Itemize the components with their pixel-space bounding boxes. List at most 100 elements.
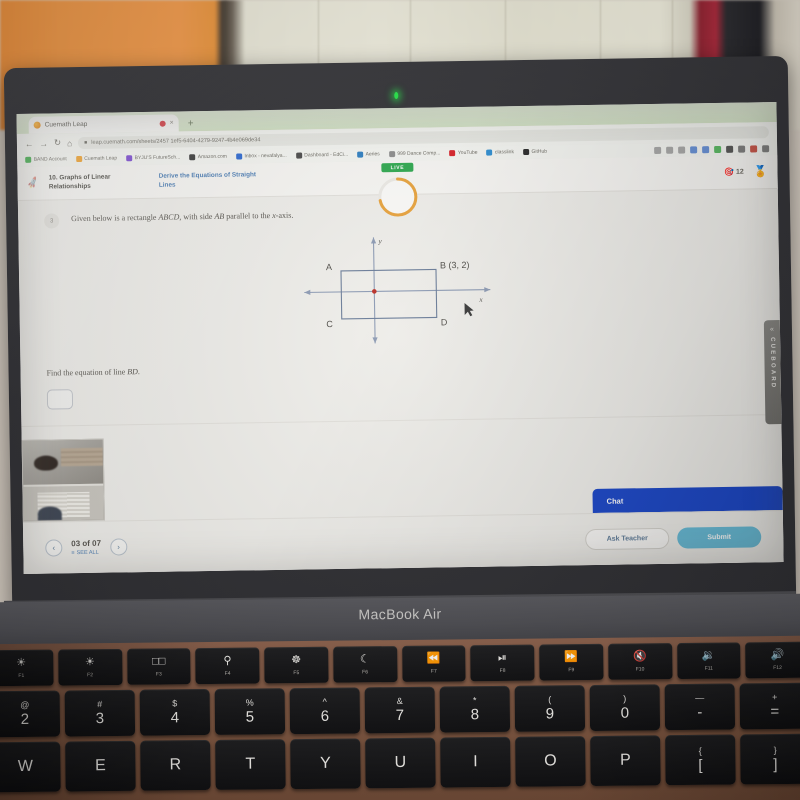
key-w[interactable]: W xyxy=(0,741,61,793)
bookmark-label: YouTube xyxy=(457,149,478,157)
ask-teacher-button[interactable]: Ask Teacher xyxy=(585,527,670,551)
bookmark-label: GitHub xyxy=(531,148,548,155)
cuemath-leap-app: 🚀 10. Graphs of Linear Relationships Der… xyxy=(17,155,784,574)
key-4[interactable]: $4 xyxy=(139,688,211,736)
bookmark-item[interactable]: BAND Account xyxy=(25,156,67,163)
key-u[interactable]: U xyxy=(365,737,436,789)
bookmark-item[interactable]: YouTube xyxy=(449,149,478,157)
forward-icon[interactable]: → xyxy=(39,138,48,148)
key-i[interactable]: I xyxy=(440,736,511,788)
answer-input[interactable] xyxy=(46,389,74,410)
key-t[interactable]: T xyxy=(215,739,286,790)
page-indicator: 03 of 07 xyxy=(71,539,102,549)
extension-icon[interactable] xyxy=(762,144,770,152)
extension-icon[interactable] xyxy=(726,145,734,153)
key-p[interactable]: P xyxy=(590,735,661,787)
y-axis-label: y xyxy=(377,237,382,245)
key-shift-label: ( xyxy=(548,694,552,705)
key-label: F4 xyxy=(224,670,231,677)
key-f2[interactable]: ☀ F2 xyxy=(57,648,123,686)
bookmark-favicon-icon xyxy=(25,156,32,163)
x-axis-arrow-right xyxy=(484,287,491,293)
key-f11[interactable]: 🔉 F11 xyxy=(676,642,741,680)
webcam-local-feed xyxy=(23,483,104,521)
key-3[interactable]: #3 xyxy=(64,689,136,737)
extension-icon[interactable] xyxy=(654,146,662,154)
bookmark-item[interactable]: Amazon.com xyxy=(189,154,227,161)
key-y[interactable]: Y xyxy=(290,738,361,790)
breadcrumb-lesson[interactable]: Derive the Equations of Straight Lines xyxy=(159,171,269,190)
prev-page-button[interactable]: ‹ xyxy=(45,539,63,557)
camera-indicator-led xyxy=(394,91,399,100)
webcam-preview[interactable] xyxy=(21,438,105,522)
key-f10[interactable]: 🔇 F10 xyxy=(607,643,673,680)
extension-icon[interactable] xyxy=(690,145,698,153)
key-6[interactable]: ^ 6 xyxy=(289,687,361,735)
bookmark-item[interactable]: Cuemath Leap xyxy=(75,155,117,163)
new-tab-button[interactable]: + xyxy=(181,118,201,131)
key-=[interactable]: + = xyxy=(739,682,800,730)
extension-icon[interactable] xyxy=(738,145,746,153)
extension-icon[interactable] xyxy=(750,144,758,152)
extension-icon[interactable] xyxy=(702,145,710,153)
bookmark-item[interactable]: Dashboard - EdCi... xyxy=(295,152,348,159)
vertex-label-c: C xyxy=(326,319,333,329)
bookmark-favicon-icon xyxy=(388,151,395,158)
key-2[interactable]: @2 xyxy=(0,690,61,738)
home-icon[interactable]: ⌂ xyxy=(67,138,72,148)
key-f6[interactable]: ☾ F6 xyxy=(332,646,398,683)
key-r[interactable]: R xyxy=(140,739,211,791)
key-e[interactable]: E xyxy=(65,740,136,792)
key-f1[interactable]: ☀ F1 xyxy=(0,649,54,687)
key-8[interactable]: * 8 xyxy=(439,685,511,733)
browser-tab-cuemath-leap[interactable]: Cuemath Leap × xyxy=(28,114,179,134)
cueboard-panel-toggle[interactable]: « CUEBOARD xyxy=(763,320,782,425)
key-glyph-icon: 🔇 xyxy=(632,649,647,663)
submit-button[interactable]: Submit xyxy=(677,526,762,549)
cueboard-label: CUEBOARD xyxy=(769,337,776,390)
key-f12[interactable]: 🔊 F12 xyxy=(745,641,800,679)
back-icon[interactable]: ← xyxy=(25,138,34,148)
key-f4[interactable]: ⚲ F4 xyxy=(195,647,260,685)
bookmark-item[interactable]: Aeries xyxy=(357,151,380,158)
extension-icon[interactable] xyxy=(714,145,722,153)
bookmark-item[interactable]: BYJU'S FutureSch... xyxy=(126,154,180,162)
bookmark-item[interactable]: GitHub xyxy=(522,148,548,156)
next-page-button[interactable]: › xyxy=(109,538,128,556)
macbook-air-laptop: Cuemath Leap × + ← → ↻ ⌂ ■ leap.cuemath.… xyxy=(0,0,800,800)
close-icon[interactable]: × xyxy=(170,120,174,127)
extension-icon[interactable] xyxy=(666,146,674,154)
bookmark-item[interactable]: 999 Dance Comp... xyxy=(388,150,440,158)
pagination-controls: ‹ 03 of 07 ≡ SEE ALL › xyxy=(45,538,128,557)
key-f3[interactable]: □□ F3 xyxy=(126,648,191,685)
see-all-link[interactable]: ≡ SEE ALL xyxy=(71,549,101,555)
question-prompt: Find the equation of line BD. xyxy=(20,357,780,378)
laptop-screen: Cuemath Leap × + ← → ↻ ⌂ ■ leap.cuemath.… xyxy=(16,102,784,574)
key--[interactable]: — - xyxy=(664,683,736,731)
reload-icon[interactable]: ↻ xyxy=(54,137,61,148)
key-o[interactable]: O xyxy=(515,736,586,787)
key-f8[interactable]: ⏯ F8 xyxy=(470,644,535,682)
key-f7[interactable]: ⏪ F7 xyxy=(401,645,466,682)
bookmark-label: Inbox - nevafalya... xyxy=(244,152,287,160)
key-f5[interactable]: ☸ F5 xyxy=(264,646,329,684)
key-9[interactable]: (9 xyxy=(514,685,586,732)
key-5[interactable]: % 5 xyxy=(214,688,286,735)
key-shift-label: # xyxy=(97,699,103,710)
key-bracket[interactable]: }] xyxy=(740,733,800,785)
key-label: 6 xyxy=(320,707,330,725)
key-bracket[interactable]: {[ xyxy=(665,734,736,786)
bookmark-item[interactable]: Inbox - nevafalya... xyxy=(235,152,287,160)
chat-bar[interactable]: Chat xyxy=(592,486,783,513)
breadcrumb-unit[interactable]: 10. Graphs of Linear Relationships xyxy=(49,173,149,192)
key-7[interactable]: & 7 xyxy=(364,686,436,734)
bookmark-item[interactable]: classlink xyxy=(486,149,514,156)
extension-icon[interactable] xyxy=(678,145,686,154)
key-glyph-icon: ⏪ xyxy=(426,652,441,665)
footer-spacer xyxy=(127,540,585,547)
key-label: F7 xyxy=(430,668,437,675)
key-f9[interactable]: ⏩ F9 xyxy=(539,643,604,681)
key-glyph-icon: 🔊 xyxy=(770,648,785,661)
key-0[interactable]: ) 0 xyxy=(589,684,661,732)
key-label: I xyxy=(473,753,478,771)
